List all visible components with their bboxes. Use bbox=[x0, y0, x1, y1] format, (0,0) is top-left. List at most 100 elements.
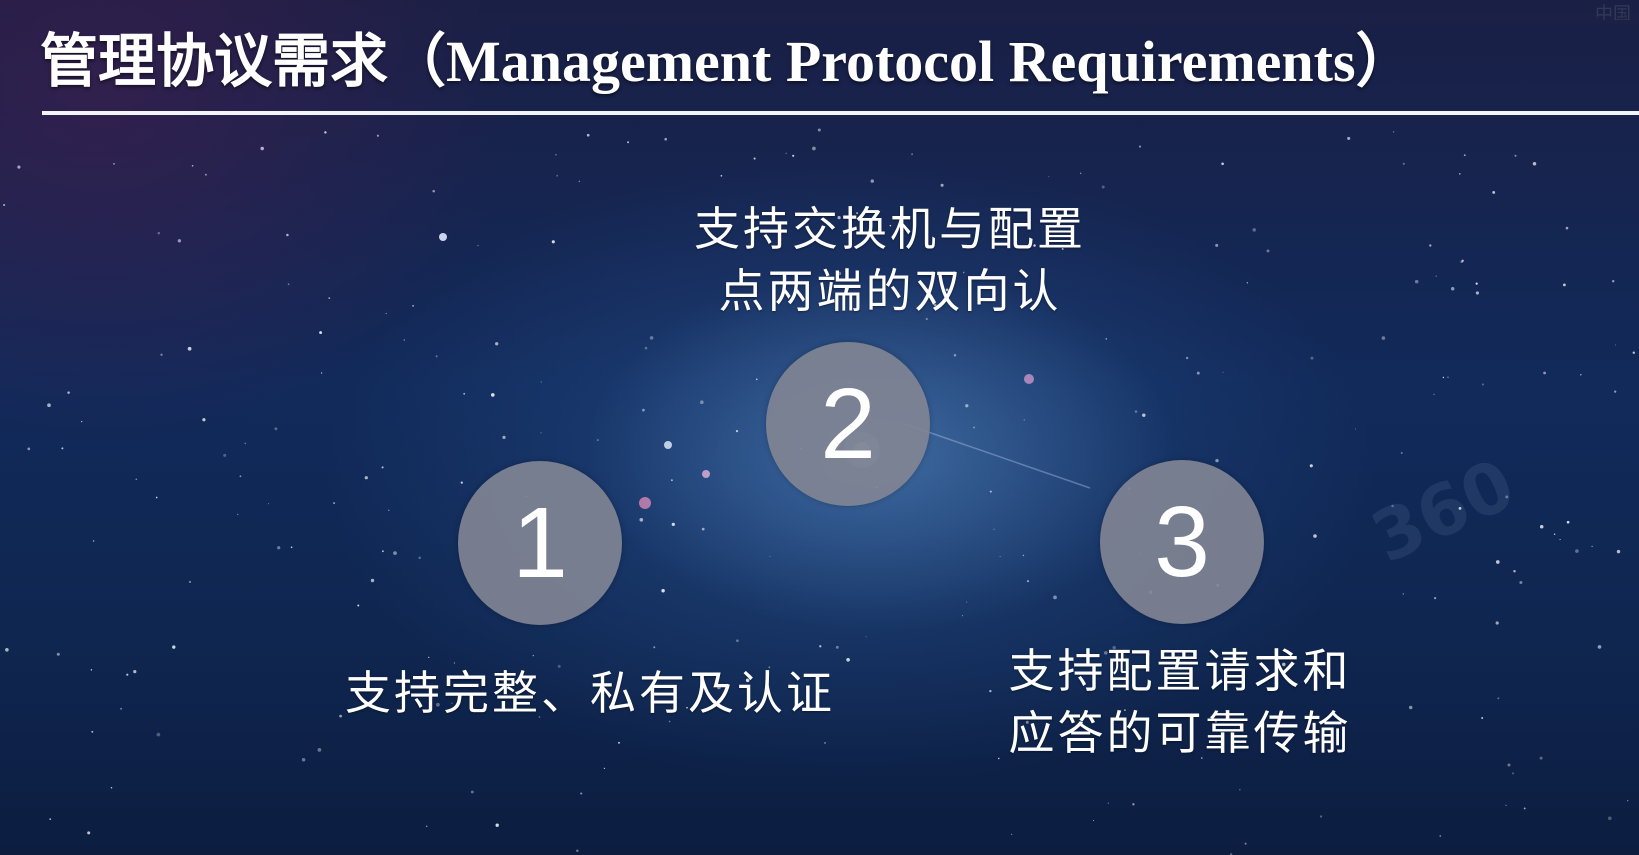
star bbox=[1514, 154, 1517, 157]
star bbox=[113, 162, 115, 165]
star bbox=[381, 466, 384, 469]
watermark-text: 360 bbox=[1359, 442, 1527, 580]
star bbox=[1354, 428, 1357, 430]
star bbox=[953, 353, 957, 357]
star bbox=[1105, 338, 1108, 340]
star bbox=[1239, 789, 1241, 791]
star bbox=[403, 339, 406, 341]
star bbox=[1392, 131, 1395, 133]
star bbox=[1597, 645, 1602, 649]
star bbox=[1475, 282, 1478, 285]
star bbox=[1591, 545, 1593, 548]
star bbox=[320, 372, 323, 374]
star bbox=[653, 646, 656, 649]
star bbox=[819, 645, 822, 648]
star bbox=[1442, 376, 1445, 379]
star bbox=[627, 141, 630, 144]
star bbox=[1215, 458, 1219, 463]
star bbox=[1439, 834, 1442, 837]
star bbox=[425, 825, 428, 828]
star bbox=[290, 546, 293, 549]
star bbox=[578, 180, 581, 183]
star bbox=[1458, 173, 1461, 175]
star bbox=[835, 645, 839, 649]
star bbox=[237, 513, 239, 516]
star bbox=[1632, 351, 1636, 354]
star bbox=[135, 478, 138, 481]
star bbox=[1460, 260, 1463, 263]
caption-line: 支持交换机与配置 bbox=[694, 202, 1086, 256]
caption-line: 支持配置请求和 bbox=[1008, 644, 1352, 698]
star bbox=[999, 556, 1001, 558]
star bbox=[1023, 419, 1026, 421]
star bbox=[1310, 356, 1314, 360]
star bbox=[1347, 136, 1351, 140]
star bbox=[576, 849, 579, 853]
caption-line: 支持完整、私有及认证 bbox=[345, 666, 835, 720]
caption-item-2: 支持交换机与配置 点两端的双向认 bbox=[660, 198, 1120, 322]
star bbox=[1505, 804, 1507, 806]
star bbox=[27, 447, 31, 451]
star bbox=[1319, 815, 1323, 818]
star bbox=[1408, 705, 1413, 710]
star bbox=[47, 403, 51, 408]
caption-item-3: 支持配置请求和 应答的可靠传输 bbox=[980, 640, 1380, 764]
star bbox=[432, 189, 435, 193]
star bbox=[187, 346, 192, 351]
star bbox=[1627, 800, 1629, 802]
step-circle-1: 1 bbox=[458, 461, 622, 625]
star bbox=[1309, 464, 1313, 468]
star bbox=[191, 164, 194, 167]
star bbox=[1266, 249, 1270, 253]
step-circle-3: 3 bbox=[1100, 460, 1264, 624]
star bbox=[1553, 533, 1556, 535]
star bbox=[1196, 371, 1200, 375]
star bbox=[239, 475, 242, 478]
star bbox=[1134, 410, 1138, 413]
star bbox=[1011, 833, 1013, 835]
star bbox=[61, 447, 64, 450]
star bbox=[90, 669, 93, 671]
star bbox=[495, 342, 499, 346]
star bbox=[126, 673, 129, 676]
star bbox=[940, 183, 944, 187]
star bbox=[1562, 283, 1566, 287]
star bbox=[1566, 520, 1570, 524]
star bbox=[357, 604, 360, 607]
star bbox=[274, 427, 278, 431]
star bbox=[110, 786, 113, 789]
star bbox=[418, 556, 421, 560]
star bbox=[1513, 569, 1516, 573]
star bbox=[532, 654, 534, 657]
star bbox=[1495, 560, 1500, 564]
star bbox=[1559, 538, 1561, 541]
star bbox=[1475, 291, 1479, 295]
star bbox=[540, 381, 542, 383]
star bbox=[736, 639, 739, 643]
star bbox=[286, 233, 289, 237]
star bbox=[56, 652, 60, 656]
star bbox=[644, 346, 648, 350]
star bbox=[670, 479, 673, 482]
star bbox=[393, 551, 397, 555]
star bbox=[1400, 452, 1403, 454]
star bbox=[1450, 287, 1455, 291]
star bbox=[267, 503, 270, 505]
star bbox=[244, 442, 247, 445]
star bbox=[1107, 802, 1109, 804]
star bbox=[1614, 344, 1617, 346]
slide-title: 管理协议需求（Management Protocol Requirements） bbox=[40, 29, 1414, 94]
star bbox=[49, 818, 52, 820]
star bbox=[328, 297, 331, 300]
step-circle-2: 2 bbox=[766, 342, 930, 506]
star bbox=[463, 392, 466, 395]
star bbox=[502, 435, 506, 440]
star bbox=[202, 418, 206, 422]
star bbox=[157, 231, 161, 235]
star bbox=[1575, 549, 1579, 553]
star bbox=[1026, 580, 1030, 583]
star bbox=[1532, 162, 1537, 166]
star bbox=[1543, 371, 1546, 375]
star bbox=[1185, 356, 1189, 360]
star bbox=[92, 540, 95, 542]
